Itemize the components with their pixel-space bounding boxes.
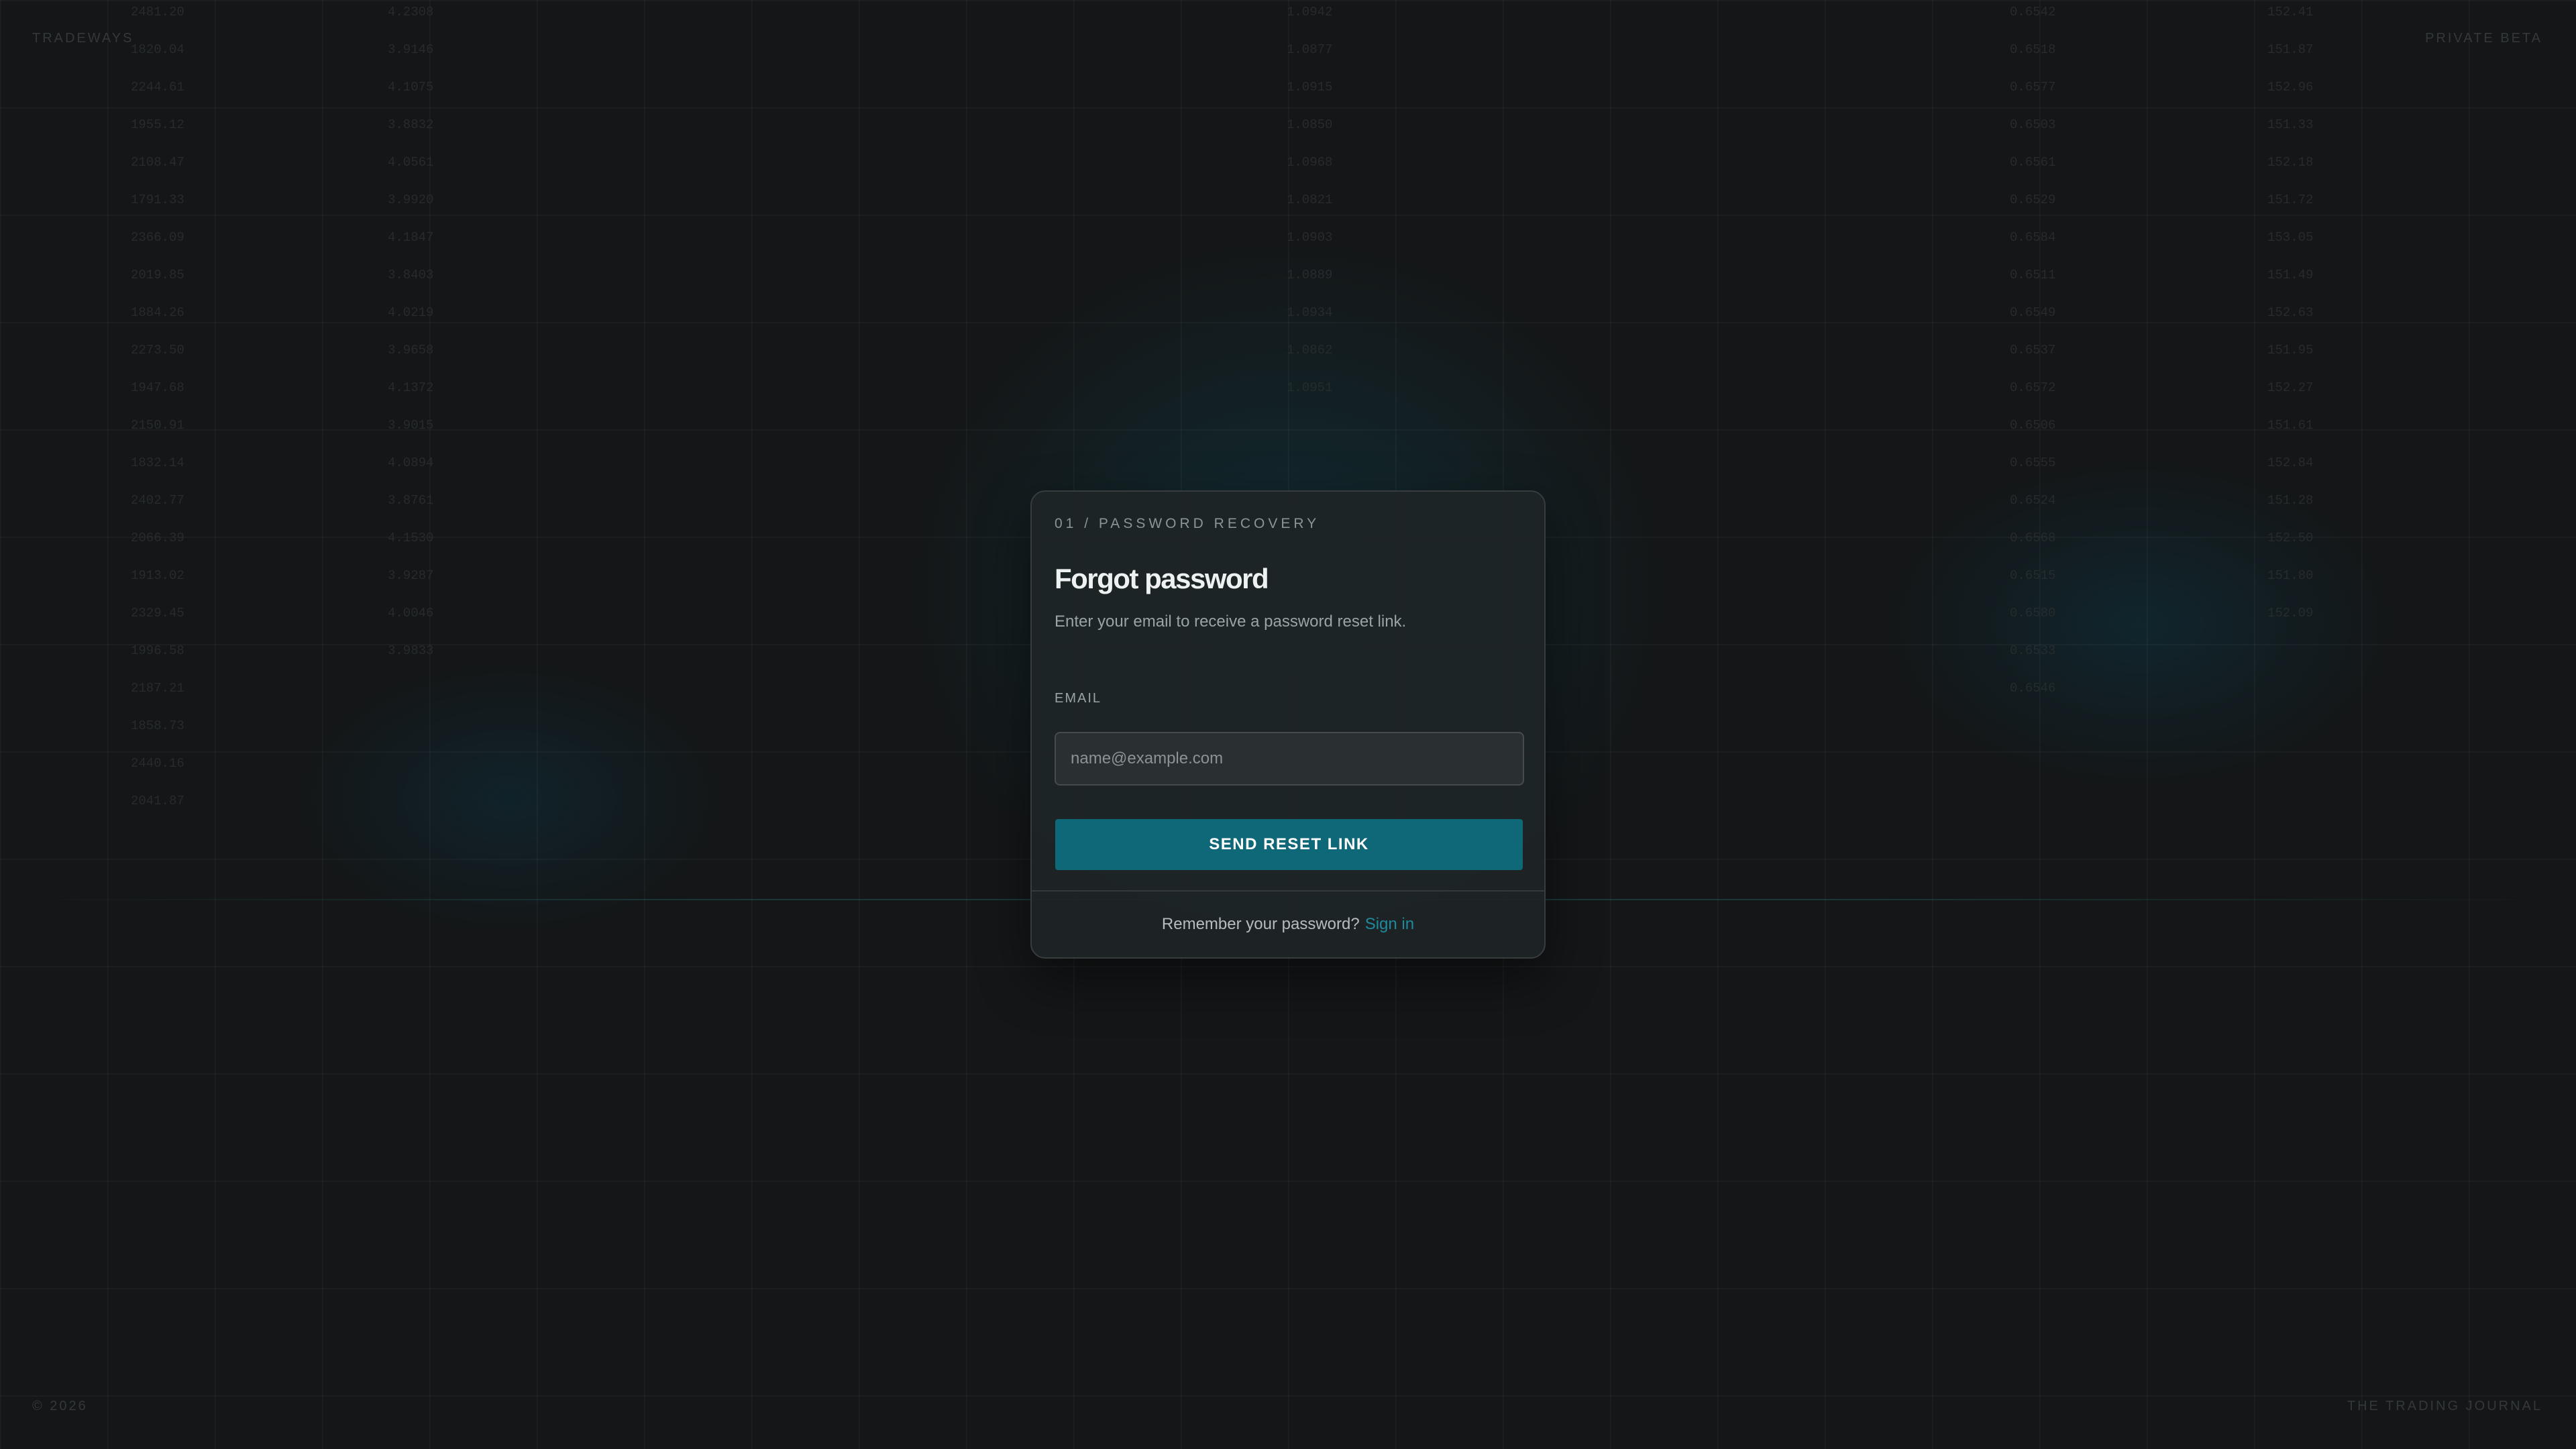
background-ticker-column: 4.2308 3.9146 4.1075 3.8832 4.0561 3.9920 4.18… [388,5,434,658]
background-ticker-column: 1.0942 1.0877 1.0915 1.0850 1.0968 1.0821 1.09… [1287,5,1333,395]
background-ticker-column: 0.6542 0.6518 0.6577 0.6503 0.6561 0.6529 0.65… [2010,5,2056,696]
send-reset-link-button[interactable]: SEND RESET LINK [1055,819,1523,870]
tagline: THE TRADING JOURNAL [2347,1399,2542,1413]
brand-logo-text: TRADEWAYS [32,31,134,46]
card-footer: Remember your password? Sign in [1032,890,1544,957]
page-background: 2481.20 1820.04 2244.61 1955.12 2108.47 1791.… [0,0,2576,1449]
step-label: 01 / PASSWORD RECOVERY [1055,516,1320,531]
page-subtitle: Enter your email to receive a password r… [1055,612,1407,631]
email-field[interactable] [1055,732,1524,786]
email-label: EMAIL [1055,691,1102,706]
beta-badge: PRIVATE BETA [2425,31,2542,46]
copyright: © 2026 [32,1399,88,1413]
background-ticker-column: 2481.20 1820.04 2244.61 1955.12 2108.47 1791.… [131,5,184,808]
sign-in-link[interactable]: Sign in [1365,915,1414,934]
password-recovery-card: 01 / PASSWORD RECOVERY Forgot password E… [1030,490,1546,959]
background-ticker-column: 152.41 151.87 152.96 151.33 152.18 151.72 153.… [2267,5,2314,621]
page-title: Forgot password [1055,563,1269,594]
sign-in-prompt: Remember your password? [1161,915,1360,933]
